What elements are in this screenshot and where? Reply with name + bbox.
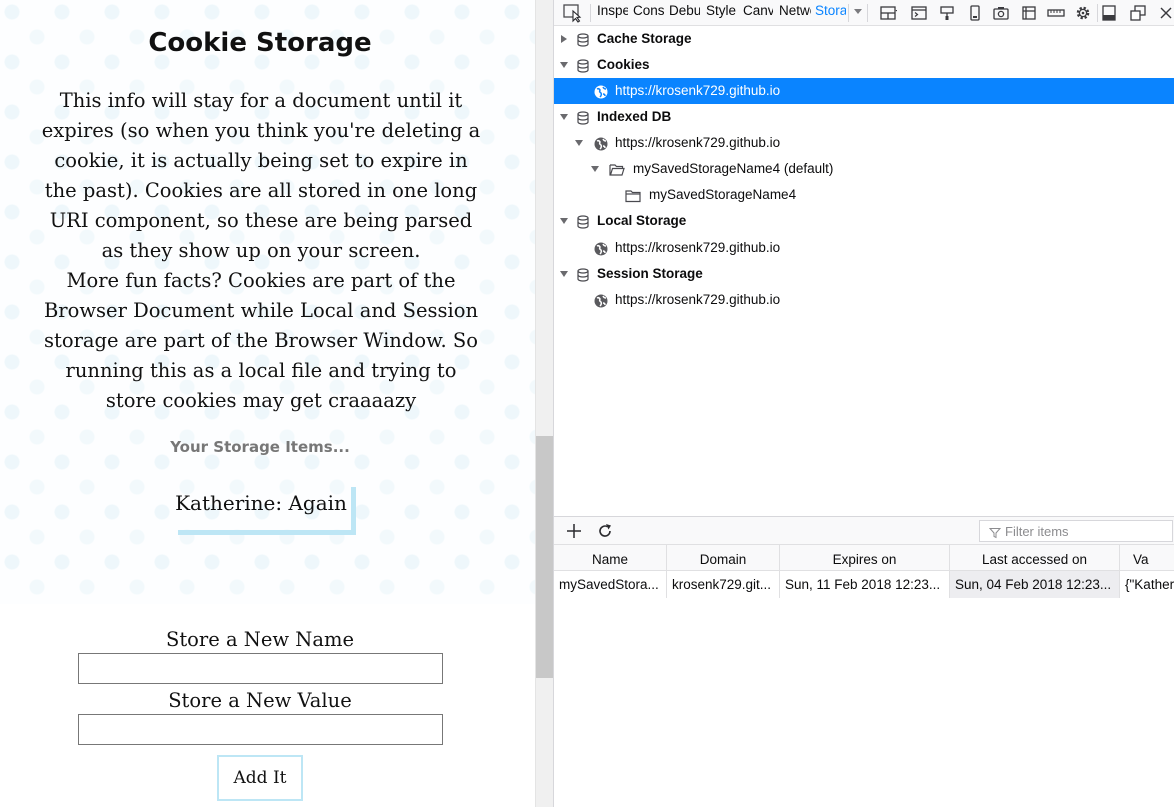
tab-storage[interactable]: Storage <box>815 0 846 26</box>
page-scrollbar-thumb[interactable] <box>536 436 553 678</box>
element-picker-icon[interactable] <box>562 3 584 23</box>
storage-item-text: Katherine: Again <box>175 491 347 515</box>
storage-item-card: Katherine: Again <box>168 487 356 535</box>
storage-tree: Cache Storage Cookies https://krosenk729… <box>554 26 1174 516</box>
settings-gear-icon[interactable] <box>1074 4 1092 22</box>
collapse-arrow-icon[interactable] <box>560 114 568 120</box>
value-input[interactable] <box>78 714 443 745</box>
responsive-design-icon[interactable] <box>966 4 984 22</box>
collapse-arrow-icon[interactable] <box>591 166 599 172</box>
name-input[interactable] <box>78 653 443 684</box>
column-header-name[interactable]: Name <box>554 545 667 571</box>
column-header-last-accessed[interactable]: Last accessed on <box>950 545 1120 571</box>
table-toolbar <box>554 517 1174 545</box>
table-header: Name Domain Expires on Last accessed on … <box>554 545 1174 571</box>
database-icon <box>575 266 591 282</box>
info-paragraph: This info will stay for a document until… <box>41 89 481 262</box>
folder-open-icon <box>609 161 625 177</box>
page-info-text: This info will stay for a document until… <box>38 86 484 416</box>
info-paragraph: More fun facts? Cookies are part of the … <box>43 269 479 412</box>
tree-item-cookies[interactable]: Cookies <box>554 52 1174 78</box>
cell-value: {"Kather <box>1125 577 1174 592</box>
database-icon <box>575 31 591 47</box>
tab-console[interactable]: Console <box>633 0 664 26</box>
tree-item-label: https://krosenk729.github.io <box>615 135 781 150</box>
tree-item-label: mySavedStorageName4 (default) <box>633 161 834 176</box>
paint-flashing-icon[interactable] <box>938 4 956 22</box>
column-header-value[interactable]: Va <box>1120 545 1174 571</box>
card-shadow <box>178 530 356 535</box>
name-field-label: Store a New Name <box>165 628 355 651</box>
screenshot-icon[interactable] <box>992 4 1010 22</box>
close-devtools-icon[interactable] <box>1157 4 1174 22</box>
tree-item-local-storage[interactable]: Local Storage <box>554 208 1174 234</box>
value-field-label: Store a New Value <box>168 689 352 712</box>
tab-network[interactable]: Network <box>779 0 811 26</box>
filter-box[interactable] <box>979 520 1173 542</box>
tree-item-label: Local Storage <box>597 213 687 228</box>
globe-icon <box>593 240 609 256</box>
tree-item-local-storage-host[interactable]: https://krosenk729.github.io <box>554 235 1174 261</box>
add-it-button[interactable]: Add It <box>217 755 303 801</box>
tree-item-cookies-host[interactable]: https://krosenk729.github.io <box>554 78 1174 104</box>
table-row[interactable]: mySavedStora... krosenk729.git... Sun, 1… <box>554 571 1174 598</box>
tab-canvas[interactable]: Canvas <box>743 0 773 26</box>
tree-item-label: https://krosenk729.github.io <box>615 292 781 307</box>
tab-debugger[interactable]: Debugger <box>669 0 700 26</box>
cell-domain: krosenk729.git... <box>667 571 780 598</box>
page-scrollbar[interactable] <box>535 0 553 807</box>
scratchpad-icon[interactable] <box>1020 4 1038 22</box>
storage-items-heading: Your Storage Items... <box>170 438 350 456</box>
devtools-toolbar: Inspector Console Debugger Style Editor … <box>554 0 1174 26</box>
tree-item-label: mySavedStorageName4 <box>649 187 797 202</box>
cell-expires: Sun, 11 Feb 2018 12:23... <box>780 571 950 598</box>
collapse-arrow-icon[interactable] <box>575 140 583 146</box>
collapse-arrow-icon[interactable] <box>560 218 568 224</box>
expand-arrow-icon[interactable] <box>561 35 567 43</box>
tab-inspector[interactable]: Inspector <box>597 0 628 26</box>
tree-item-cache-storage[interactable]: Cache Storage <box>554 26 1174 52</box>
tab-style-editor[interactable]: Style Editor <box>706 0 738 26</box>
tree-item-label: Session Storage <box>597 266 703 281</box>
filter-items-input[interactable] <box>1005 523 1165 539</box>
collapse-arrow-icon[interactable] <box>560 62 568 68</box>
devtools-panel: Inspector Console Debugger Style Editor … <box>553 0 1174 807</box>
tabs-overflow-chevron-icon[interactable] <box>854 9 862 14</box>
folder-icon <box>625 187 641 203</box>
cell-last-accessed: Sun, 04 Feb 2018 12:23... <box>950 571 1120 598</box>
dock-icon[interactable] <box>1100 4 1118 22</box>
tree-item-label: Cache Storage <box>597 31 692 46</box>
filter-funnel-icon <box>988 526 1002 539</box>
tree-item-indexed-db[interactable]: Indexed DB <box>554 104 1174 130</box>
database-icon <box>575 57 591 73</box>
layout-icon[interactable] <box>879 4 898 22</box>
globe-icon <box>593 135 609 151</box>
globe-icon <box>593 292 609 308</box>
tree-item-label: Cookies <box>597 57 650 72</box>
database-icon <box>575 109 591 125</box>
cell-name: mySavedStora... <box>554 571 667 598</box>
refresh-icon[interactable] <box>596 522 614 540</box>
tree-item-label: Indexed DB <box>597 109 672 124</box>
ruler-icon[interactable] <box>1047 4 1065 22</box>
page-title: Cookie Storage <box>148 28 372 58</box>
tree-item-indexed-db-store[interactable]: mySavedStorageName4 <box>554 182 1174 208</box>
storage-table-pane: Name Domain Expires on Last accessed on … <box>554 516 1174 807</box>
tree-item-indexed-db-host[interactable]: https://krosenk729.github.io <box>554 130 1174 156</box>
tree-item-session-storage-host[interactable]: https://krosenk729.github.io <box>554 287 1174 313</box>
tree-item-label: https://krosenk729.github.io <box>615 240 781 255</box>
globe-icon <box>593 83 609 99</box>
console-split-icon[interactable] <box>910 4 928 22</box>
column-header-expires[interactable]: Expires on <box>780 545 950 571</box>
web-page: Cookie Storage This info will stay for a… <box>0 0 535 807</box>
column-header-domain[interactable]: Domain <box>667 545 780 571</box>
tree-item-session-storage[interactable]: Session Storage <box>554 261 1174 287</box>
separate-window-icon[interactable] <box>1129 4 1147 22</box>
tree-item-indexed-db-database[interactable]: mySavedStorageName4 (default) <box>554 156 1174 182</box>
add-item-icon[interactable] <box>565 522 583 540</box>
tree-item-label: https://krosenk729.github.io <box>615 83 781 98</box>
database-icon <box>575 213 591 229</box>
collapse-arrow-icon[interactable] <box>560 271 568 277</box>
